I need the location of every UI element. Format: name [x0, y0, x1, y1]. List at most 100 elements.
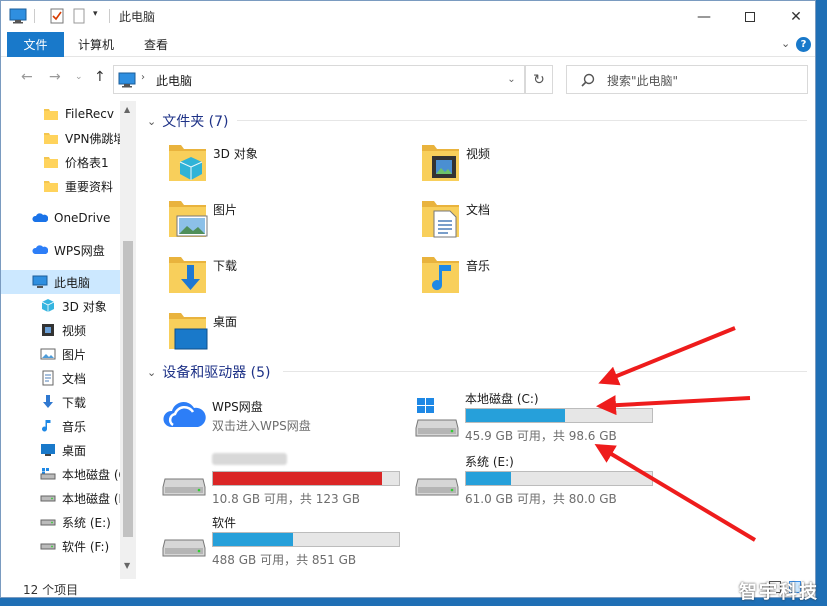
sidebar-item-label: 本地磁盘 (D:): [62, 491, 120, 506]
breadcrumb-chevron-icon[interactable]: ›: [141, 72, 145, 83]
wps-cloud-drive[interactable]: WPS网盘 双击进入WPS网盘: [161, 397, 411, 451]
folder-pictures[interactable]: 图片: [167, 195, 407, 245]
download-folder-icon: [169, 257, 206, 293]
onedrive-icon: [32, 213, 48, 222]
sidebar-item-drive-f[interactable]: 软件 (F:): [1, 534, 120, 558]
obscured-name: [212, 453, 287, 465]
sidebar-item-drive-e[interactable]: 系统 (E:): [1, 510, 120, 534]
sidebar-item-price-list[interactable]: 价格表1: [1, 150, 120, 174]
refresh-icon: ↻: [533, 71, 545, 88]
computer-icon: [118, 72, 136, 88]
folders-section-header[interactable]: ⌄ 文件夹 (7): [147, 111, 229, 131]
sidebar-item-vpn[interactable]: VPN佛跳墙: [1, 126, 120, 150]
sidebar-item-3d[interactable]: 3D 对象: [1, 294, 120, 318]
properties-icon[interactable]: [49, 8, 65, 24]
search-box[interactable]: 搜索"此电脑": [566, 65, 808, 94]
help-icon[interactable]: ?: [796, 37, 811, 52]
drive-subtitle: 双击进入WPS网盘: [212, 419, 311, 433]
chevron-down-icon[interactable]: ▾: [93, 9, 98, 19]
address-row: ← → ⌄ ↑ › 此电脑 ⌄ ↻ 搜索"此电脑": [1, 57, 815, 101]
music-folder-icon: [422, 257, 459, 293]
folder-3d-objects[interactable]: 3D 对象: [167, 139, 407, 189]
drives-section-header[interactable]: ⌄ 设备和驱动器 (5): [147, 362, 271, 382]
recent-locations-icon[interactable]: ⌄: [75, 72, 83, 82]
tab-view[interactable]: 查看: [144, 32, 168, 57]
minimize-button[interactable]: —: [681, 1, 727, 32]
window-title: 此电脑: [119, 10, 156, 24]
drive-icon: [40, 519, 56, 526]
explorer-window: ▾ 此电脑 — ✕ 文件 计算机 查看 ⌄ ? ← → ⌄ ↑ › 此电脑 ⌄ …: [0, 0, 816, 598]
up-icon[interactable]: ↑: [94, 69, 106, 85]
sidebar-item-label: 此电脑: [54, 275, 91, 290]
sidebar-item-label: VPN佛跳墙: [65, 131, 120, 146]
drive-f[interactable]: 软件 488 GB 可用，共 851 GB: [161, 514, 411, 568]
sidebar-item-drive-d[interactable]: 本地磁盘 (D:): [1, 486, 120, 510]
search-input[interactable]: 搜索"此电脑": [607, 72, 678, 89]
sidebar-scrollbar[interactable]: ▲ ▼: [120, 101, 136, 579]
drive-name: 系统 (E:): [465, 455, 514, 469]
tab-file[interactable]: 文件: [7, 32, 64, 57]
folder-label: 图片: [213, 203, 238, 217]
sidebar-item-documents[interactable]: 文档: [1, 366, 120, 390]
sidebar-item-label: 价格表1: [65, 155, 109, 170]
sidebar-item-desktop[interactable]: 桌面: [1, 438, 120, 462]
folder-label: 桌面: [213, 315, 238, 329]
chevron-down-icon[interactable]: ⌄: [147, 115, 156, 128]
sidebar-item-this-pc[interactable]: 此电脑: [1, 270, 120, 294]
forward-icon[interactable]: →: [49, 69, 61, 85]
new-folder-icon[interactable]: [71, 8, 87, 24]
sidebar-item-video[interactable]: 视频: [1, 318, 120, 342]
watermark: 智宇科技: [739, 582, 819, 603]
drive-usage-bar: [212, 471, 400, 486]
breadcrumb[interactable]: 此电脑: [156, 72, 192, 89]
folder-video[interactable]: 视频: [420, 139, 660, 189]
folder-documents[interactable]: 文档: [420, 195, 660, 245]
sidebar-item-label: OneDrive: [54, 211, 111, 225]
sidebar-item-filerecv[interactable]: FileRecv: [1, 102, 120, 126]
drive-c[interactable]: 本地磁盘 (C:) 45.9 GB 可用，共 98.6 GB: [414, 390, 664, 444]
address-dropdown-icon[interactable]: ⌄: [498, 65, 525, 94]
ribbon-expand-icon[interactable]: ⌄: [781, 37, 790, 50]
address-bar[interactable]: › 此电脑: [113, 65, 525, 94]
folder-downloads[interactable]: 下载: [167, 251, 407, 301]
sidebar-item-music[interactable]: 音乐: [1, 414, 120, 438]
scroll-down-icon[interactable]: ▼: [124, 561, 130, 570]
chevron-down-icon[interactable]: ⌄: [147, 366, 156, 379]
drive-status: 10.8 GB 可用，共 123 GB: [212, 492, 360, 506]
pictures-icon: [40, 348, 56, 360]
section-title: 文件夹 (7): [162, 114, 229, 130]
drive-icon: [415, 478, 459, 496]
folder-music[interactable]: 音乐: [420, 251, 660, 301]
sidebar-item-label: 3D 对象: [62, 299, 107, 314]
drive-e[interactable]: 系统 (E:) 61.0 GB 可用，共 80.0 GB: [414, 453, 664, 507]
drive-status: 61.0 GB 可用，共 80.0 GB: [465, 492, 617, 506]
scroll-up-icon[interactable]: ▲: [124, 105, 130, 114]
section-divider: [283, 371, 807, 372]
refresh-button[interactable]: ↻: [525, 65, 553, 94]
navigation-pane: FileRecv VPN佛跳墙 价格表1 重要资料 OneDrive WPS网盘…: [1, 101, 137, 579]
drive-d[interactable]: 10.8 GB 可用，共 123 GB: [161, 453, 411, 507]
sidebar-item-onedrive[interactable]: OneDrive: [1, 206, 120, 230]
section-divider: [237, 120, 807, 121]
sidebar-item-label: 重要资料: [65, 179, 114, 194]
drive-status: 45.9 GB 可用，共 98.6 GB: [465, 429, 617, 443]
sidebar-item-drive-c[interactable]: 本地磁盘 (C:): [1, 462, 120, 486]
sidebar-item-pictures[interactable]: 图片: [1, 342, 120, 366]
sidebar-item-downloads[interactable]: 下载: [1, 390, 120, 414]
sidebar-item-label: 图片: [62, 347, 87, 362]
maximize-button[interactable]: [727, 1, 773, 32]
3d-objects-icon: [41, 299, 55, 312]
tab-computer[interactable]: 计算机: [78, 32, 114, 57]
folder-desktop[interactable]: 桌面: [167, 307, 407, 357]
computer-icon: [9, 8, 27, 24]
video-icon: [42, 324, 54, 336]
divider: [109, 9, 110, 23]
divider: [34, 9, 35, 23]
sidebar-item-wps[interactable]: WPS网盘: [1, 238, 120, 262]
close-button[interactable]: ✕: [773, 1, 819, 32]
sidebar-item-important[interactable]: 重要资料: [1, 174, 120, 198]
status-bar: 12 个项目: [1, 579, 815, 598]
back-icon[interactable]: ←: [21, 69, 33, 85]
section-title: 设备和驱动器 (5): [162, 365, 271, 381]
scrollbar-thumb[interactable]: [123, 241, 133, 537]
